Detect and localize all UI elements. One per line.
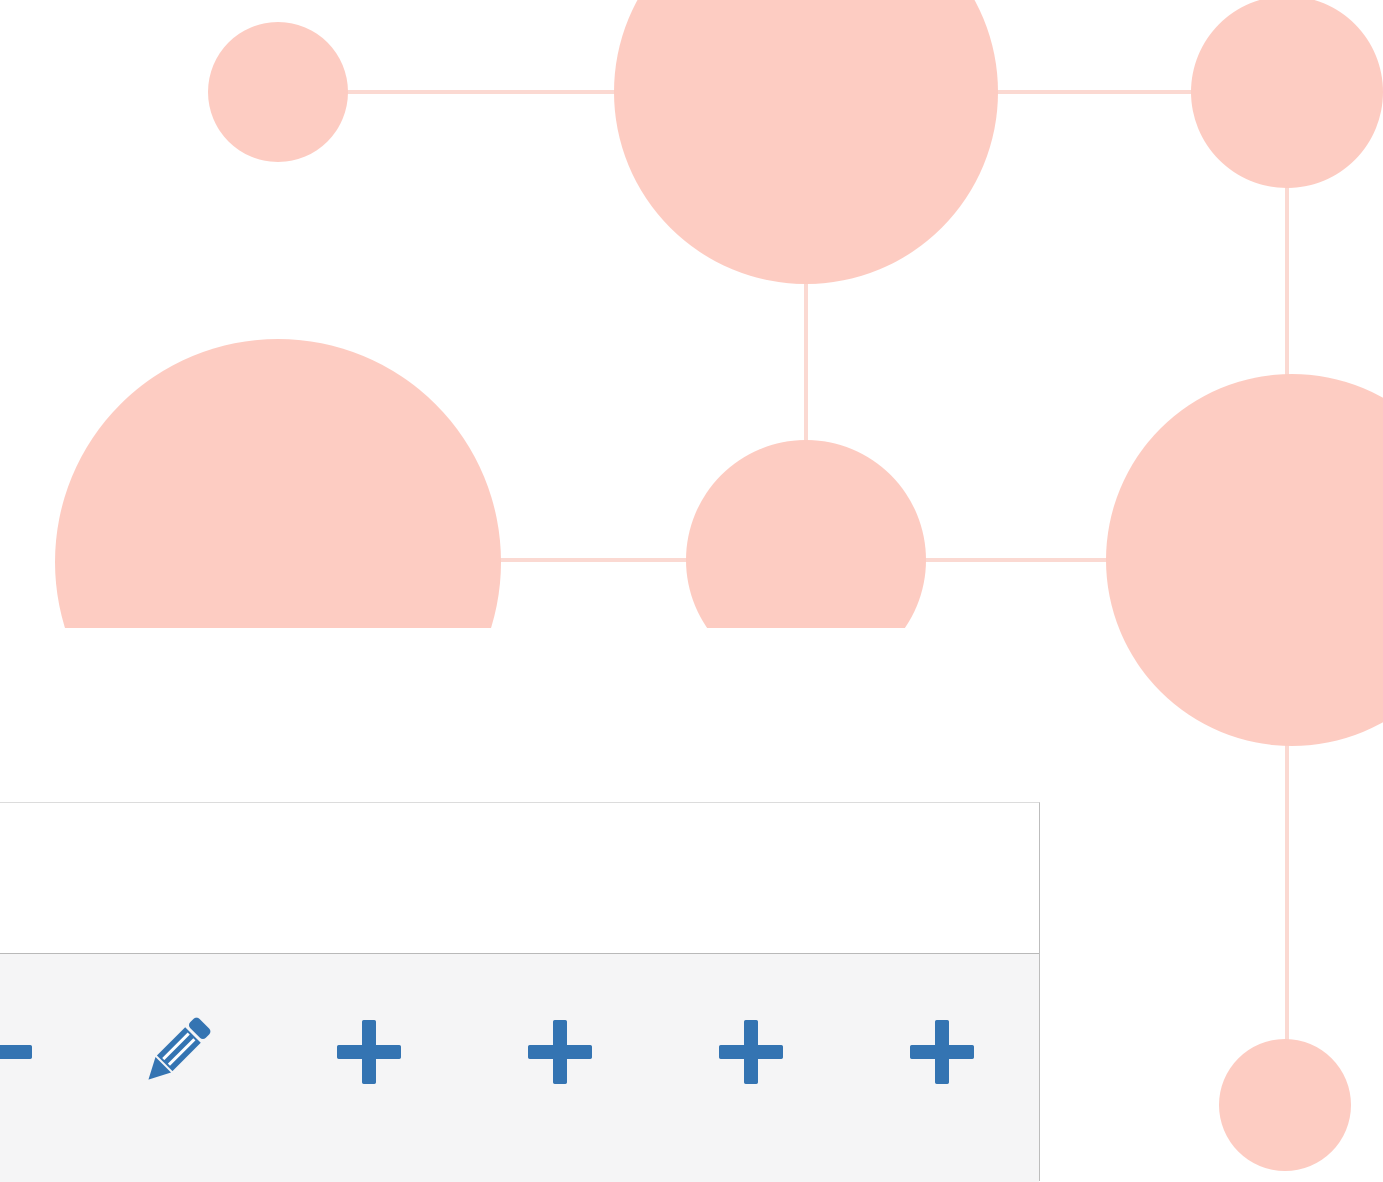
network-node xyxy=(1219,1039,1351,1171)
edit-button[interactable] xyxy=(136,1012,216,1092)
panel-header xyxy=(0,803,1039,954)
plus-icon xyxy=(528,1020,592,1084)
plus-icon xyxy=(910,1020,974,1084)
plus-icon xyxy=(337,1020,401,1084)
plus-icon xyxy=(719,1020,783,1084)
network-node xyxy=(1191,0,1383,188)
add-button-1[interactable] xyxy=(329,1012,409,1092)
add-button-4[interactable] xyxy=(902,1012,982,1092)
network-node xyxy=(55,339,501,628)
remove-button[interactable] xyxy=(0,1012,40,1092)
add-button-2[interactable] xyxy=(520,1012,600,1092)
network-node xyxy=(208,22,348,162)
editor-panel xyxy=(0,802,1040,1182)
network-node xyxy=(686,440,926,628)
network-node xyxy=(1106,374,1383,746)
network-node xyxy=(614,0,998,284)
minus-icon xyxy=(0,1045,32,1059)
pencil-icon xyxy=(148,1017,211,1080)
panel-toolbar xyxy=(0,954,1039,1182)
add-button-3[interactable] xyxy=(711,1012,791,1092)
clipped-nodes xyxy=(55,339,926,628)
